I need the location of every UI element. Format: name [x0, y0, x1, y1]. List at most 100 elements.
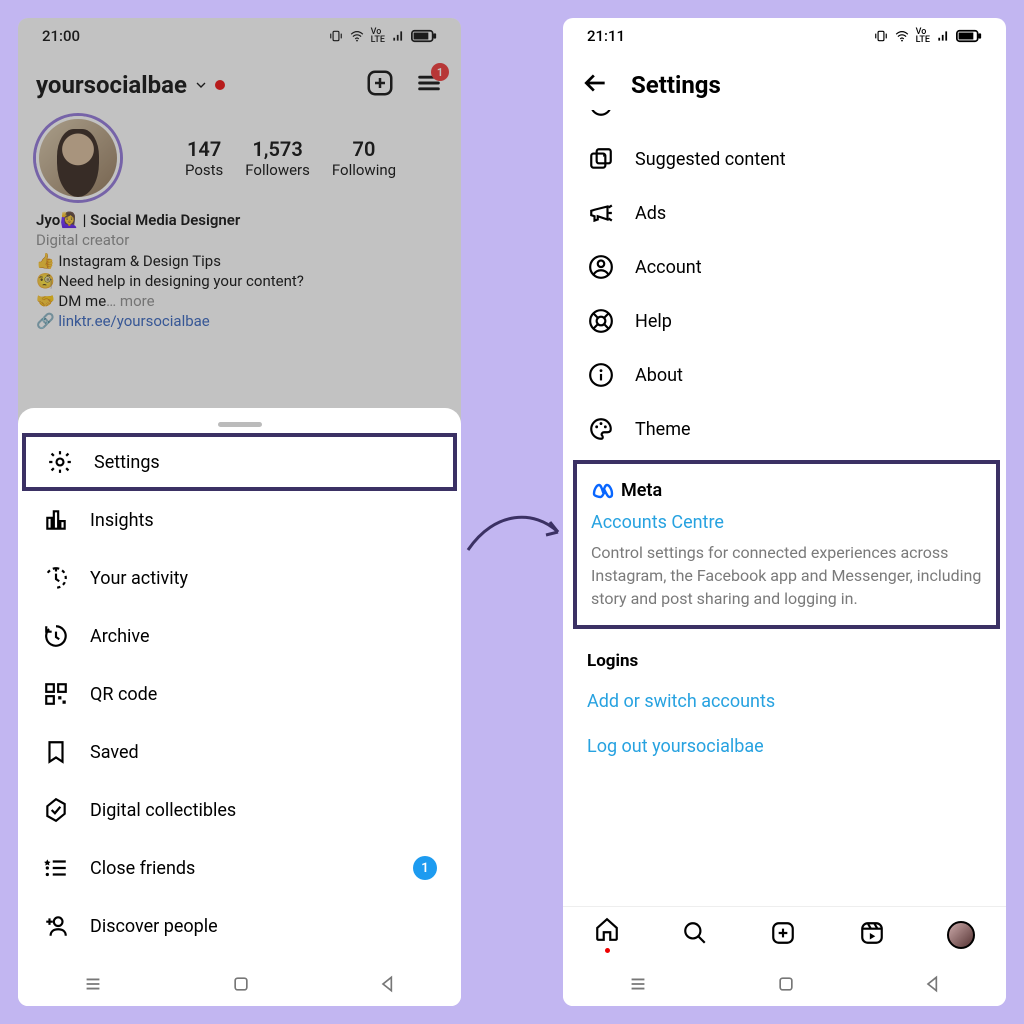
- menu-qr[interactable]: QR code: [18, 665, 461, 723]
- add-person-icon: [42, 913, 70, 939]
- menu-label: Insights: [90, 510, 154, 531]
- accounts-centre-link[interactable]: Accounts Centre: [591, 512, 982, 533]
- chevron-down-icon: [193, 77, 209, 93]
- archive-icon: [42, 623, 70, 649]
- settings-account[interactable]: Account: [567, 240, 1006, 294]
- menu-activity[interactable]: Your activity: [18, 549, 461, 607]
- status-time: 21:11: [587, 27, 625, 45]
- status-icons: VoLTE: [329, 28, 437, 44]
- help-icon: [587, 308, 615, 334]
- bottom-sheet-menu: Settings Insights Your activity Archive: [18, 408, 461, 1006]
- add-switch-accounts[interactable]: Add or switch accounts: [567, 679, 1006, 724]
- home-icon[interactable]: [231, 974, 251, 994]
- android-nav: [18, 962, 461, 1006]
- menu-label: Discover people: [90, 916, 218, 937]
- sheet-grabber[interactable]: [218, 422, 262, 427]
- qr-icon: [42, 681, 70, 707]
- settings-help[interactable]: Help: [567, 294, 1006, 348]
- recents-icon[interactable]: [82, 973, 104, 995]
- back-button[interactable]: [583, 70, 609, 100]
- settings-security[interactable]: Security: [567, 110, 1006, 132]
- menu-label: Saved: [90, 742, 139, 763]
- stat-following[interactable]: 70 Following: [332, 137, 396, 179]
- menu-archive[interactable]: Archive: [18, 607, 461, 665]
- battery-icon: [411, 29, 437, 43]
- accounts-centre-desc: Control settings for connected experienc…: [591, 541, 982, 611]
- gear-icon: [46, 449, 74, 475]
- content-icon: [587, 146, 615, 172]
- home-dot: [605, 948, 610, 953]
- home-icon: [594, 916, 620, 942]
- settings-label: About: [635, 365, 683, 386]
- vibrate-icon: [874, 29, 888, 43]
- menu-collectibles[interactable]: Digital collectibles: [18, 781, 461, 839]
- wifi-icon: [349, 29, 365, 43]
- username-text: yoursocialbae: [36, 71, 187, 99]
- meta-logo-icon: [591, 478, 615, 502]
- plus-square-icon: [770, 920, 796, 946]
- palette-icon: [587, 416, 615, 442]
- menu-saved[interactable]: Saved: [18, 723, 461, 781]
- back-icon[interactable]: [923, 974, 943, 994]
- settings-label: Suggested content: [635, 149, 786, 170]
- more-link[interactable]: … more: [106, 292, 154, 310]
- tab-profile[interactable]: [947, 921, 975, 949]
- tab-create[interactable]: [770, 920, 796, 950]
- status-bar: 21:11 VoLTE: [563, 18, 1006, 54]
- tab-reels[interactable]: [859, 920, 885, 950]
- status-icons: VoLTE: [874, 28, 982, 44]
- menu-label: Digital collectibles: [90, 800, 236, 821]
- settings-about[interactable]: About: [567, 348, 1006, 402]
- settings-label: Help: [635, 311, 672, 332]
- menu-button[interactable]: 1: [415, 69, 443, 101]
- meta-brand: Meta: [591, 478, 982, 502]
- signal-icon: [936, 29, 950, 43]
- menu-badge: 1: [431, 63, 449, 81]
- recents-icon[interactable]: [627, 973, 649, 995]
- page-title: Settings: [631, 71, 721, 99]
- status-time: 21:00: [42, 27, 80, 45]
- status-bar: 21:00 VoLTE: [18, 18, 461, 54]
- close-friends-badge: 1: [413, 856, 437, 880]
- menu-label: Archive: [90, 626, 150, 647]
- profile-avatar[interactable]: [36, 116, 120, 200]
- activity-icon: [42, 565, 70, 591]
- chart-icon: [42, 507, 70, 533]
- username-dropdown[interactable]: yoursocialbae: [36, 71, 225, 99]
- menu-close-friends[interactable]: Close friends 1: [18, 839, 461, 897]
- stat-posts[interactable]: 147 Posts: [185, 137, 223, 179]
- bookmark-icon: [42, 739, 70, 765]
- stat-followers[interactable]: 1,573 Followers: [245, 137, 310, 179]
- arrow-left-icon: [583, 70, 609, 96]
- bio-link[interactable]: 🔗 linktr.ee/yoursocialbae: [36, 311, 443, 331]
- settings-suggested[interactable]: Suggested content: [567, 132, 1006, 186]
- shield-icon: [587, 110, 615, 118]
- unread-dot: [215, 80, 225, 90]
- phone-right-settings: 21:11 VoLTE Settings Security Suggested …: [563, 18, 1006, 1006]
- settings-ads[interactable]: Ads: [567, 186, 1006, 240]
- megaphone-icon: [587, 200, 615, 226]
- account-icon: [587, 254, 615, 280]
- logout-link[interactable]: Log out yoursocialbae: [567, 724, 1006, 769]
- list-star-icon: [42, 855, 70, 881]
- menu-settings[interactable]: Settings: [22, 433, 457, 491]
- menu-label: Close friends: [90, 858, 195, 879]
- arrow-icon: [460, 490, 570, 570]
- tab-search[interactable]: [682, 920, 708, 950]
- tab-home[interactable]: [594, 916, 620, 953]
- create-button[interactable]: [365, 68, 395, 102]
- battery-icon: [956, 29, 982, 43]
- settings-theme[interactable]: Theme: [567, 402, 1006, 456]
- menu-discover[interactable]: Discover people: [18, 897, 461, 955]
- signal-icon: [391, 29, 405, 43]
- settings-label: Ads: [635, 203, 666, 224]
- meta-accounts-centre[interactable]: Meta Accounts Centre Control settings fo…: [573, 460, 1000, 629]
- home-icon[interactable]: [776, 974, 796, 994]
- settings-header: Settings: [563, 54, 1006, 110]
- back-icon[interactable]: [378, 974, 398, 994]
- reels-icon: [859, 920, 885, 946]
- profile-bio: Jyo🙋‍♀️ | Social Media Designer Digital …: [36, 210, 443, 332]
- logins-header: Logins: [567, 633, 1006, 679]
- menu-insights[interactable]: Insights: [18, 491, 461, 549]
- hexagon-check-icon: [42, 797, 70, 823]
